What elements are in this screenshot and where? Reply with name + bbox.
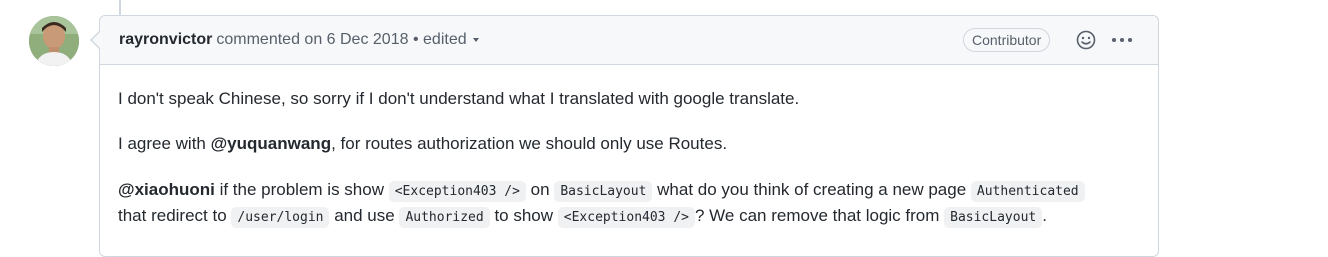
paragraph-3: @xiaohuoni if the problem is show <Excep… [118,177,1085,205]
paragraph-2: I agree with @yuquanwang, for routes aut… [118,131,727,157]
paragraph-text: ? We can remove that logic from [695,206,945,225]
inline-code: Authorized [399,207,490,228]
comment-caret-fill [92,32,100,48]
paragraph-text: if the problem is show [214,180,389,199]
inline-code: <Exception403 /> [388,181,526,202]
comment-meta: rayronvictor commented on 6 Dec 2018 • ed… [119,31,479,49]
user-mention-xiaohuoni[interactable]: @xiaohuoni [118,180,215,199]
paragraph-text: that redirect to [118,206,232,225]
author-link[interactable]: rayronvictor [119,31,212,48]
smiley-icon[interactable] [1076,30,1096,50]
paragraph-text: I agree with [118,134,211,153]
contributor-badge: Contributor [963,28,1051,52]
paragraph-text: on [525,180,555,199]
avatar-image [29,16,79,66]
separator-dot: • [412,31,419,48]
paragraph-text: . [1042,206,1047,225]
inline-code: /user/login [231,207,330,228]
edited-dropdown[interactable]: edited [423,31,479,48]
avatar[interactable] [29,16,79,66]
paragraph-text: , for routes authorization we should onl… [331,134,728,153]
paragraph-text: and use [329,206,400,225]
inline-code: Authenticated [970,181,1085,202]
user-mention-yuquanwang[interactable]: @yuquanwang [211,134,331,153]
chevron-down-icon [472,37,479,42]
paragraph-3-continued: that redirect to /user/login and use Aut… [118,203,1047,231]
kebab-horizontal-icon[interactable] [1110,32,1134,48]
paragraph-1: I don't speak Chinese, so sorry if I don… [118,89,800,108]
paragraph-text: what do you think of creating a new page [652,180,971,199]
comment-box: rayronvictor commented on 6 Dec 2018 • ed… [99,15,1159,257]
inline-code: BasicLayout [554,181,653,202]
timeline-line [119,0,121,16]
inline-code: BasicLayout [944,207,1043,228]
paragraph-text: to show [489,206,558,225]
inline-code: <Exception403 /> [557,207,695,228]
edited-label: edited [423,31,467,48]
comment-timestamp[interactable]: commented on 6 Dec 2018 [216,31,408,48]
comment-header: rayronvictor commented on 6 Dec 2018 • ed… [100,16,1158,65]
